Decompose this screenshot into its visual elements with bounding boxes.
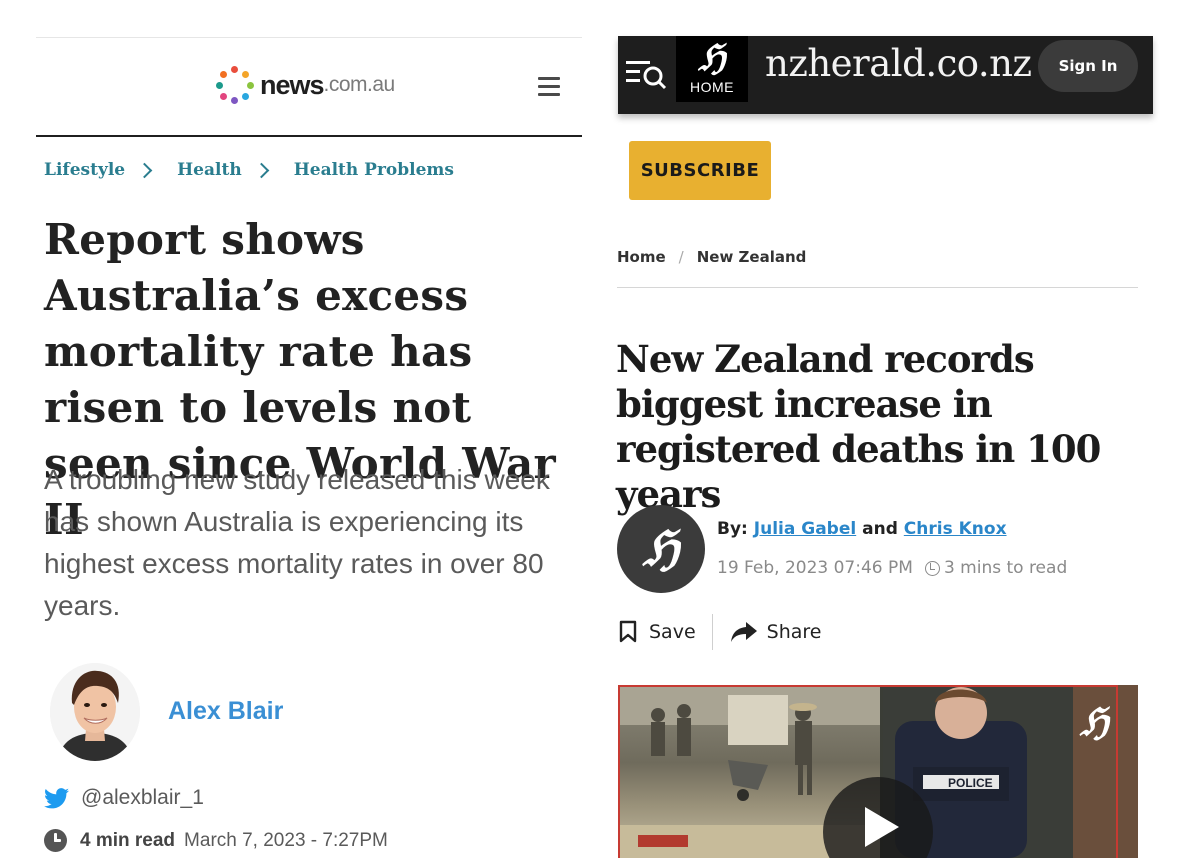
chevron-right-icon	[136, 162, 153, 178]
video-thumbnail[interactable]: POLICE ℌ	[618, 685, 1138, 858]
bookmark-icon	[619, 620, 637, 643]
home-label: HOME	[690, 79, 734, 95]
header-divider	[36, 135, 582, 137]
byline: By: Julia Gabel and Chris Knox	[717, 519, 1007, 539]
byline-and: and	[862, 519, 898, 539]
herald-h-icon: ℌ	[698, 37, 726, 79]
breadcrumb-health-problems[interactable]: Health Problems	[294, 160, 454, 180]
publish-date: March 7, 2023 - 7:27PM	[184, 829, 388, 851]
author-link-chris-knox[interactable]: Chris Knox	[904, 519, 1007, 539]
article-standfirst: A troubling new study released this week…	[44, 464, 550, 621]
breadcrumb: Lifestyle Health Health Problems	[44, 160, 454, 180]
read-time: 4 min read	[80, 829, 176, 851]
publish-date: 19 Feb, 2023 07:46 PM	[717, 558, 913, 578]
nzherald-page: ℌ HOME nzherald.co.nz Sign In SUBSCRIBE …	[600, 0, 1200, 858]
breadcrumb-divider	[617, 287, 1138, 288]
nzherald-wordmark[interactable]: nzherald.co.nz	[765, 42, 1032, 85]
save-label: Save	[649, 621, 696, 643]
author-twitter[interactable]: @alexblair_1	[44, 786, 204, 810]
news-com-au-logo[interactable]: news .com.au	[216, 66, 395, 104]
author-avatar[interactable]	[50, 663, 140, 761]
article-headline: New Zealand records biggest increase in …	[616, 337, 1101, 516]
author-link-julia-gabel[interactable]: Julia Gabel	[754, 519, 856, 539]
save-button[interactable]: Save	[618, 620, 696, 644]
author-name-link[interactable]: Alex Blair	[168, 697, 283, 726]
clock-icon	[924, 560, 940, 576]
share-label: Share	[766, 621, 822, 643]
breadcrumb-separator: /	[678, 248, 684, 266]
logo-suffix: .com.au	[323, 73, 396, 96]
breadcrumb-lifestyle[interactable]: Lifestyle	[44, 160, 125, 180]
logo-dots-icon	[216, 66, 254, 104]
subscribe-button[interactable]: SUBSCRIBE	[629, 141, 771, 200]
hamburger-menu-icon[interactable]	[538, 77, 560, 97]
herald-h-icon: ℌ	[1080, 699, 1109, 744]
byline-prefix: By:	[717, 519, 748, 539]
breadcrumb-home[interactable]: Home	[617, 248, 666, 266]
twitter-bird-icon	[44, 787, 69, 808]
home-logo-button[interactable]: ℌ HOME	[676, 36, 748, 102]
article-meta: 19 Feb, 2023 07:46 PM 3 mins to read	[717, 558, 1067, 578]
top-nav-bar: ℌ HOME nzherald.co.nz Sign In	[618, 36, 1153, 114]
chevron-right-icon	[253, 162, 269, 178]
menu-search-icon[interactable]	[624, 56, 670, 92]
share-button[interactable]: Share	[729, 620, 822, 644]
article-meta: 4 min read March 7, 2023 - 7:27PM	[44, 829, 388, 852]
breadcrumb-new-zealand[interactable]: New Zealand	[697, 248, 807, 266]
share-arrow-icon	[730, 622, 757, 642]
herald-author-avatar: ℌ	[617, 505, 705, 593]
news-com-au-page: news .com.au Lifestyle Health Health Pro…	[0, 0, 600, 858]
article-actions: Save Share	[618, 614, 821, 650]
logo-word: news	[260, 69, 325, 100]
read-time: 3 mins to read	[943, 558, 1068, 578]
breadcrumb: Home / New Zealand	[617, 248, 806, 266]
twitter-handle[interactable]: @alexblair_1	[81, 786, 204, 810]
sign-in-button[interactable]: Sign In	[1038, 40, 1138, 92]
breadcrumb-health[interactable]: Health	[177, 160, 242, 180]
top-divider	[36, 37, 582, 38]
clock-icon	[44, 829, 67, 852]
herald-h-icon: ℌ	[642, 521, 680, 577]
actions-divider	[711, 614, 713, 650]
